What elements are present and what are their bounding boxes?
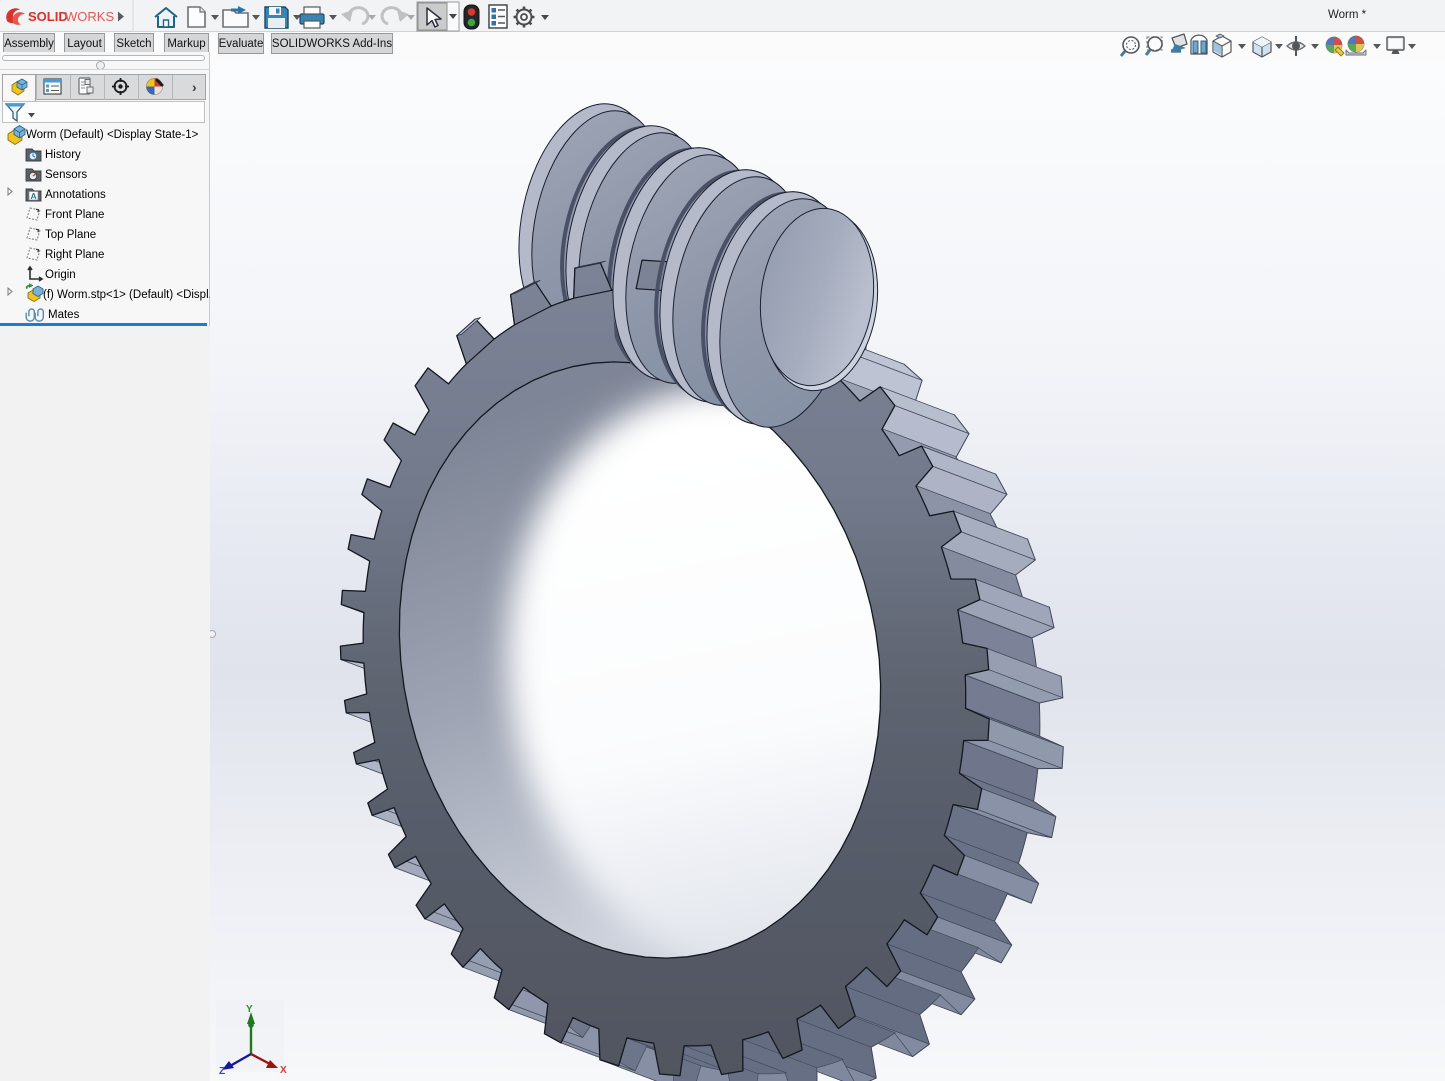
svg-text:A: A [31,191,37,201]
svg-text:›: › [192,79,197,95]
